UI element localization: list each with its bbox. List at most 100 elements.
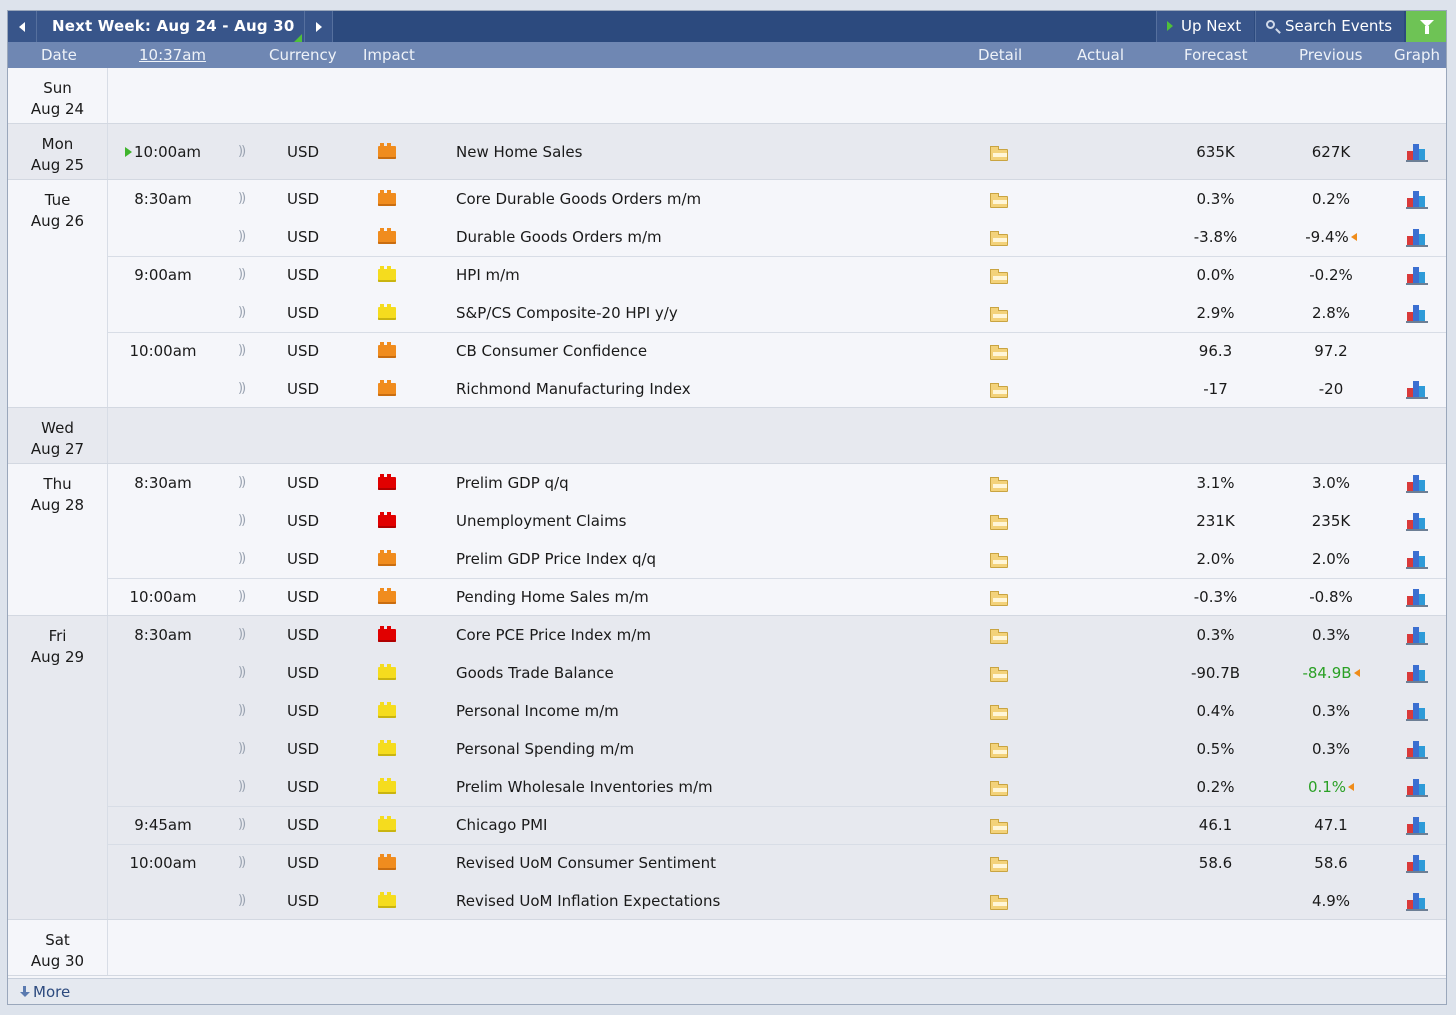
more-button[interactable]: More bbox=[20, 979, 70, 1004]
sound-wave-icon[interactable]: )) bbox=[238, 218, 246, 256]
event-row[interactable]: 10:00am)) USD New Home Sales 635K 627K bbox=[108, 133, 1446, 171]
bar-chart-icon[interactable] bbox=[1406, 739, 1428, 759]
sound-wave-icon[interactable]: )) bbox=[238, 540, 246, 578]
impact-high-icon[interactable] bbox=[378, 474, 396, 490]
impact-low-icon[interactable] bbox=[378, 892, 396, 908]
folder-icon[interactable] bbox=[990, 781, 1008, 796]
event-row[interactable]: )) USD Personal Spending m/m 0.5% 0.3% bbox=[108, 730, 1446, 768]
folder-icon[interactable] bbox=[990, 307, 1008, 322]
event-row[interactable]: 10:00am)) USD Pending Home Sales m/m -0.3% -… bbox=[108, 578, 1446, 616]
bar-chart-icon[interactable] bbox=[1406, 511, 1428, 531]
search-events-button[interactable]: Search Events bbox=[1255, 11, 1404, 42]
bar-chart-icon[interactable] bbox=[1406, 891, 1428, 911]
event-title[interactable]: Prelim GDP q/q bbox=[456, 464, 569, 502]
event-title[interactable]: New Home Sales bbox=[456, 133, 582, 171]
revision-flag-icon[interactable] bbox=[1353, 669, 1360, 677]
bar-chart-icon[interactable] bbox=[1406, 303, 1428, 323]
revision-flag-icon[interactable] bbox=[1348, 783, 1355, 791]
sound-wave-icon[interactable]: )) bbox=[238, 464, 246, 502]
up-next-button[interactable]: Up Next bbox=[1156, 11, 1254, 42]
event-row[interactable]: 10:00am)) USD CB Consumer Confidence 96.3 97… bbox=[108, 332, 1446, 370]
event-row[interactable]: )) USD Richmond Manufacturing Index -17 -20 bbox=[108, 370, 1446, 408]
impact-medium-icon[interactable] bbox=[378, 228, 396, 244]
bar-chart-icon[interactable] bbox=[1406, 701, 1428, 721]
folder-icon[interactable] bbox=[990, 477, 1008, 492]
bar-chart-icon[interactable] bbox=[1406, 189, 1428, 209]
impact-low-icon[interactable] bbox=[378, 266, 396, 282]
event-title[interactable]: Pending Home Sales m/m bbox=[456, 578, 649, 616]
event-title[interactable]: Personal Spending m/m bbox=[456, 730, 634, 768]
event-row[interactable]: 8:30am)) USD Prelim GDP q/q 3.1% 3.0% bbox=[108, 464, 1446, 502]
sound-wave-icon[interactable]: )) bbox=[238, 294, 246, 332]
event-row[interactable]: 8:30am)) USD Core PCE Price Index m/m 0.3% 0… bbox=[108, 616, 1446, 654]
folder-icon[interactable] bbox=[990, 705, 1008, 720]
impact-medium-icon[interactable] bbox=[378, 550, 396, 566]
next-week-button[interactable] bbox=[304, 11, 333, 42]
impact-medium-icon[interactable] bbox=[378, 143, 396, 159]
bar-chart-icon[interactable] bbox=[1406, 777, 1428, 797]
folder-icon[interactable] bbox=[990, 553, 1008, 568]
event-title[interactable]: Chicago PMI bbox=[456, 806, 547, 844]
header-current-time[interactable]: 10:37am bbox=[139, 42, 206, 68]
impact-medium-icon[interactable] bbox=[378, 588, 396, 604]
event-title[interactable]: Durable Goods Orders m/m bbox=[456, 218, 662, 256]
impact-low-icon[interactable] bbox=[378, 664, 396, 680]
sound-wave-icon[interactable]: )) bbox=[238, 768, 246, 806]
event-title[interactable]: CB Consumer Confidence bbox=[456, 332, 647, 370]
event-row[interactable]: )) USD Goods Trade Balance -90.7B -84.9B bbox=[108, 654, 1446, 692]
sound-wave-icon[interactable]: )) bbox=[238, 806, 246, 844]
impact-low-icon[interactable] bbox=[378, 816, 396, 832]
sound-wave-icon[interactable]: )) bbox=[238, 578, 246, 616]
impact-high-icon[interactable] bbox=[378, 512, 396, 528]
event-title[interactable]: HPI m/m bbox=[456, 256, 520, 294]
folder-icon[interactable] bbox=[990, 231, 1008, 246]
bar-chart-icon[interactable] bbox=[1406, 853, 1428, 873]
event-title[interactable]: Prelim GDP Price Index q/q bbox=[456, 540, 656, 578]
bar-chart-icon[interactable] bbox=[1406, 265, 1428, 285]
event-row[interactable]: )) USD Revised UoM Inflation Expectations 4… bbox=[108, 882, 1446, 920]
bar-chart-icon[interactable] bbox=[1406, 587, 1428, 607]
event-title[interactable]: Unemployment Claims bbox=[456, 502, 627, 540]
folder-icon[interactable] bbox=[990, 193, 1008, 208]
event-title[interactable]: Core PCE Price Index m/m bbox=[456, 616, 651, 654]
impact-low-icon[interactable] bbox=[378, 740, 396, 756]
event-title[interactable]: S&P/CS Composite-20 HPI y/y bbox=[456, 294, 678, 332]
folder-icon[interactable] bbox=[990, 591, 1008, 606]
event-row[interactable]: 10:00am)) USD Revised UoM Consumer Sentime… bbox=[108, 844, 1446, 882]
sound-wave-icon[interactable]: )) bbox=[238, 616, 246, 654]
event-title[interactable]: Goods Trade Balance bbox=[456, 654, 614, 692]
folder-icon[interactable] bbox=[990, 383, 1008, 398]
bar-chart-icon[interactable] bbox=[1406, 663, 1428, 683]
bar-chart-icon[interactable] bbox=[1406, 625, 1428, 645]
sound-wave-icon[interactable]: )) bbox=[238, 502, 246, 540]
event-row[interactable]: )) USD Prelim Wholesale Inventories m/m 0.2… bbox=[108, 768, 1446, 806]
folder-icon[interactable] bbox=[990, 269, 1008, 284]
event-title[interactable]: Prelim Wholesale Inventories m/m bbox=[456, 768, 713, 806]
sound-wave-icon[interactable]: )) bbox=[238, 730, 246, 768]
folder-icon[interactable] bbox=[990, 819, 1008, 834]
event-title[interactable]: Core Durable Goods Orders m/m bbox=[456, 180, 701, 218]
revision-flag-icon[interactable] bbox=[1350, 233, 1357, 241]
event-title[interactable]: Revised UoM Inflation Expectations bbox=[456, 882, 720, 920]
sound-wave-icon[interactable]: )) bbox=[238, 882, 246, 920]
bar-chart-icon[interactable] bbox=[1406, 549, 1428, 569]
impact-low-icon[interactable] bbox=[378, 304, 396, 320]
impact-medium-icon[interactable] bbox=[378, 342, 396, 358]
previous-week-button[interactable] bbox=[8, 11, 37, 42]
folder-icon[interactable] bbox=[990, 515, 1008, 530]
bar-chart-icon[interactable] bbox=[1406, 227, 1428, 247]
bar-chart-icon[interactable] bbox=[1406, 473, 1428, 493]
bar-chart-icon[interactable] bbox=[1406, 815, 1428, 835]
event-row[interactable]: )) USD Durable Goods Orders m/m -3.8% -9.4% bbox=[108, 218, 1446, 256]
impact-medium-icon[interactable] bbox=[378, 380, 396, 396]
event-row[interactable]: )) USD Personal Income m/m 0.4% 0.3% bbox=[108, 692, 1446, 730]
folder-icon[interactable] bbox=[990, 667, 1008, 682]
sound-wave-icon[interactable]: )) bbox=[238, 332, 246, 370]
sound-wave-icon[interactable]: )) bbox=[238, 256, 246, 294]
week-title[interactable]: Next Week: Aug 24 - Aug 30 bbox=[37, 11, 304, 42]
sound-wave-icon[interactable]: )) bbox=[238, 370, 246, 408]
event-title[interactable]: Richmond Manufacturing Index bbox=[456, 370, 691, 408]
event-row[interactable]: 9:00am)) USD HPI m/m 0.0% -0.2% bbox=[108, 256, 1446, 294]
event-row[interactable]: 8:30am)) USD Core Durable Goods Orders m/m… bbox=[108, 180, 1446, 218]
folder-icon[interactable] bbox=[990, 146, 1008, 161]
